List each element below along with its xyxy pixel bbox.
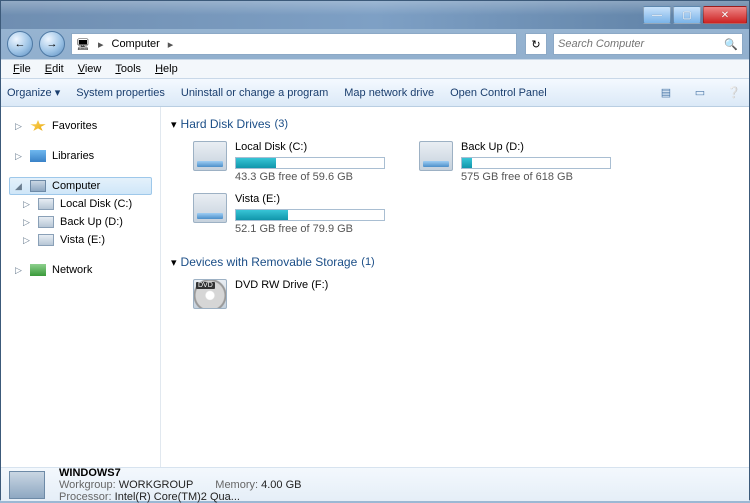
back-button[interactable]: ← — [7, 31, 33, 57]
drive-icon — [193, 141, 227, 171]
toolbar: Organize ▾ System properties Uninstall o… — [1, 79, 749, 107]
content-pane: ▾ Hard Disk Drives (3) Local Disk (C:) 43… — [161, 107, 749, 467]
search-box[interactable]: 🔍 — [553, 33, 743, 55]
menu-edit[interactable]: Edit — [39, 61, 70, 77]
computer-icon — [30, 180, 46, 192]
chevron-right-icon: ▸ — [164, 38, 178, 51]
details-value: WORKGROUP — [119, 479, 194, 491]
drive-item[interactable]: Vista (E:) 52.1 GB free of 79.9 GB — [193, 193, 393, 235]
section-header-removable[interactable]: ▾ Devices with Removable Storage (1) — [171, 251, 739, 273]
sidebar-item-label: Local Disk (C:) — [60, 198, 132, 210]
computer-icon: 🖥 — [76, 38, 90, 51]
chevron-right-icon: ▷ — [15, 121, 24, 132]
menu-file[interactable]: File — [7, 61, 37, 77]
address-bar[interactable]: 🖥 ▸ Computer ▸ — [71, 33, 517, 55]
sidebar-item-network[interactable]: ▷ Network — [9, 261, 152, 279]
section-header-hdd[interactable]: ▾ Hard Disk Drives (3) — [171, 113, 739, 135]
drive-icon — [38, 234, 54, 246]
chevron-down-icon: ◢ — [15, 181, 24, 192]
menu-tools[interactable]: Tools — [109, 61, 147, 77]
preview-pane-button[interactable]: ▭ — [691, 84, 709, 102]
sidebar-item-label: Vista (E:) — [60, 234, 105, 246]
details-label: Memory: — [215, 479, 258, 491]
sidebar: ▷ Favorites ▷ Libraries ◢ Computer ▷ Local D… — [1, 107, 161, 467]
section-title: Hard Disk Drives — [181, 117, 271, 131]
refresh-button[interactable]: ↻ — [525, 33, 547, 55]
details-computer-name: WINDOWS7 — [59, 467, 301, 479]
chevron-right-icon: ▸ — [94, 38, 108, 51]
chevron-right-icon: ▷ — [23, 217, 32, 228]
menu-view[interactable]: View — [72, 61, 108, 77]
drive-name: DVD RW Drive (F:) — [235, 279, 393, 293]
section-count: (3) — [275, 118, 288, 130]
drive-item[interactable]: DVD RW Drive (F:) — [193, 279, 393, 309]
back-icon: ← — [15, 38, 26, 50]
sidebar-item-label: Libraries — [52, 150, 94, 162]
details-label: Processor: — [59, 491, 112, 503]
details-value: Intel(R) Core(TM)2 Qua... — [115, 491, 240, 503]
star-icon — [30, 120, 46, 132]
dvd-icon — [193, 279, 227, 309]
sidebar-item-label: Back Up (D:) — [60, 216, 123, 228]
drive-icon — [193, 193, 227, 223]
drive-free-text: 575 GB free of 618 GB — [461, 171, 619, 183]
forward-button[interactable]: → — [39, 31, 65, 57]
menu-help[interactable]: Help — [149, 61, 184, 77]
control-panel-button[interactable]: Open Control Panel — [450, 87, 547, 99]
sidebar-item-favorites[interactable]: ▷ Favorites — [9, 117, 152, 135]
close-button[interactable]: ✕ — [703, 6, 747, 24]
chevron-right-icon: ▷ — [15, 151, 24, 162]
sidebar-item-label: Network — [52, 264, 92, 276]
network-icon — [30, 264, 46, 276]
sidebar-item-libraries[interactable]: ▷ Libraries — [9, 147, 152, 165]
forward-icon: → — [47, 38, 58, 50]
sidebar-item-label: Favorites — [52, 120, 97, 132]
drive-item[interactable]: Back Up (D:) 575 GB free of 618 GB — [419, 141, 619, 183]
minimize-button[interactable]: — — [643, 6, 671, 24]
breadcrumb-computer[interactable]: Computer — [112, 38, 160, 50]
chevron-down-icon: ▾ — [171, 256, 177, 269]
computer-icon — [9, 471, 45, 499]
chevron-right-icon: ▷ — [23, 235, 32, 246]
map-drive-button[interactable]: Map network drive — [344, 87, 434, 99]
organize-button[interactable]: Organize ▾ — [7, 86, 60, 99]
chevron-right-icon: ▷ — [23, 199, 32, 210]
chevron-down-icon: ▾ — [171, 118, 177, 131]
sidebar-item-label: Computer — [52, 180, 100, 192]
search-icon: 🔍 — [724, 38, 738, 51]
nav-row: ← → 🖥 ▸ Computer ▸ ↻ 🔍 — [1, 29, 749, 59]
sidebar-item-local-disk-c[interactable]: ▷ Local Disk (C:) — [9, 195, 152, 213]
drive-name: Local Disk (C:) — [235, 141, 393, 155]
search-input[interactable] — [558, 38, 724, 50]
details-label: Workgroup: — [59, 479, 116, 491]
drive-name: Back Up (D:) — [461, 141, 619, 155]
chevron-right-icon: ▷ — [15, 265, 24, 276]
drive-free-text: 52.1 GB free of 79.9 GB — [235, 223, 393, 235]
help-button[interactable]: ❔ — [725, 84, 743, 102]
drive-item[interactable]: Local Disk (C:) 43.3 GB free of 59.6 GB — [193, 141, 393, 183]
details-value: 4.00 GB — [261, 479, 301, 491]
capacity-bar — [235, 209, 385, 221]
details-pane: WINDOWS7 Workgroup: WORKGROUP Memory: 4.… — [1, 467, 749, 501]
libraries-icon — [30, 150, 46, 162]
sidebar-item-computer[interactable]: ◢ Computer — [9, 177, 152, 195]
refresh-icon: ↻ — [531, 38, 540, 51]
uninstall-program-button[interactable]: Uninstall or change a program — [181, 87, 328, 99]
capacity-bar — [461, 157, 611, 169]
drive-icon — [38, 216, 54, 228]
section-title: Devices with Removable Storage — [181, 255, 358, 269]
section-count: (1) — [361, 256, 374, 268]
titlebar: — ▢ ✕ — [1, 1, 749, 29]
system-properties-button[interactable]: System properties — [76, 87, 165, 99]
menu-bar: File Edit View Tools Help — [1, 59, 749, 79]
drive-free-text: 43.3 GB free of 59.6 GB — [235, 171, 393, 183]
drive-icon — [38, 198, 54, 210]
sidebar-item-backup-d[interactable]: ▷ Back Up (D:) — [9, 213, 152, 231]
maximize-button[interactable]: ▢ — [673, 6, 701, 24]
drive-name: Vista (E:) — [235, 193, 393, 207]
view-options-button[interactable]: ▤ — [657, 84, 675, 102]
drive-icon — [419, 141, 453, 171]
sidebar-item-vista-e[interactable]: ▷ Vista (E:) — [9, 231, 152, 249]
capacity-bar — [235, 157, 385, 169]
